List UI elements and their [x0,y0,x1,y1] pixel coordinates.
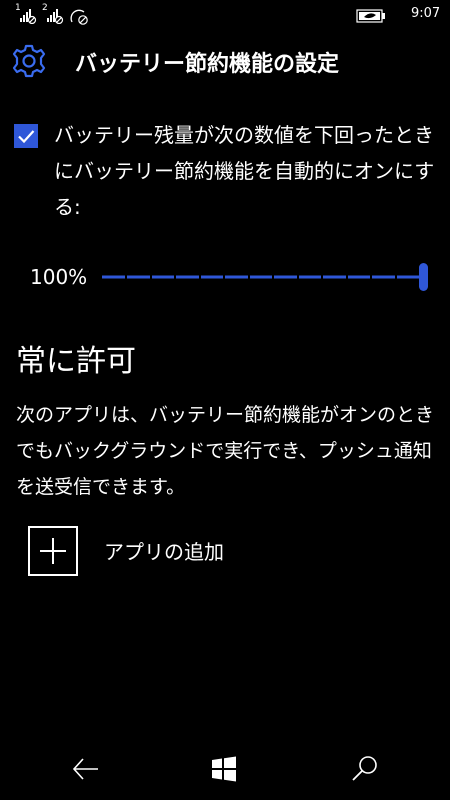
slider-value: 100% [30,265,88,289]
battery-saver-settings-screen: 1 2 9:07 バッテリー節約機能の設定 バッテリー残量が次の数値を下回ったと… [0,0,450,800]
add-app-button[interactable] [28,526,78,576]
auto-on-label[interactable]: バッテリー残量が次の数値を下回ったときにバッテリー節約機能を自動的にオンにする: [54,117,439,225]
gear-icon [10,42,48,84]
section-title-always-allowed: 常に許可 [16,344,136,379]
navigation-bar [0,738,450,800]
no-network-icon [70,8,90,30]
search-icon[interactable] [344,752,384,786]
battery-threshold-slider[interactable] [102,263,432,291]
windows-start-icon[interactable] [204,752,244,786]
add-app-label[interactable]: アプリの追加 [104,536,224,565]
page-title: バッテリー節約機能の設定 [75,52,340,77]
status-bar: 1 2 9:07 [0,0,450,32]
auto-on-checkbox[interactable] [14,124,38,148]
clock: 9:07 [411,6,441,21]
battery-saver-icon [356,8,386,27]
back-icon[interactable] [66,752,106,786]
checkmark-icon [18,130,35,144]
page-header: バッテリー節約機能の設定 [0,36,450,86]
plus-icon [40,538,66,564]
slider-thumb[interactable] [419,263,428,291]
always-allowed-description: 次のアプリは、バッテリー節約機能がオンのときでもバックグラウンドで実行でき、プッ… [16,404,435,498]
